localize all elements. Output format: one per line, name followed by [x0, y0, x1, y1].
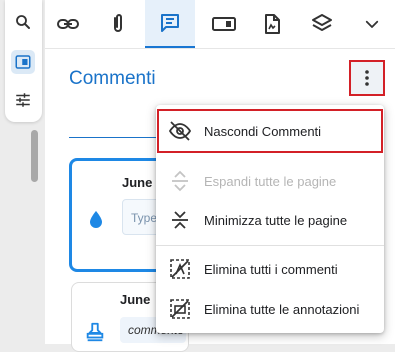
card-author: June: [122, 175, 153, 190]
toolbar: [45, 0, 395, 49]
menu-item-expand-all[interactable]: Espandi tutte le pagine: [156, 162, 384, 200]
sign-tool-button[interactable]: [249, 0, 295, 48]
sliders-icon: [16, 93, 30, 107]
delete-comments-icon: [168, 257, 192, 281]
menu-item-delete-comments[interactable]: Elimina tutti i commenti: [156, 250, 384, 288]
more-vertical-icon: [365, 70, 369, 86]
layers-tool-button[interactable]: [299, 0, 345, 48]
water-drop-icon: [88, 209, 104, 234]
panel-icon: [15, 55, 31, 69]
reply-input-placeholder: Type: [131, 211, 158, 225]
expand-icon: [168, 169, 192, 193]
highlight-box: [157, 109, 383, 153]
panel-toggle-button[interactable]: [11, 50, 35, 74]
chevron-down-icon: [365, 20, 379, 28]
card-author: June: [120, 292, 151, 307]
scrollbar-thumb[interactable]: [31, 130, 38, 182]
left-rail: [5, 0, 42, 122]
comments-tool-button[interactable]: [145, 0, 195, 48]
comments-options-menu: Nascondi Commenti Espandi tutte le pagin…: [156, 105, 384, 333]
settings-button[interactable]: [11, 88, 35, 112]
more-tools-button[interactable]: [349, 0, 395, 48]
collapse-icon: [168, 208, 192, 232]
menu-item-label: Espandi tutte le pagine: [204, 173, 337, 189]
paperclip-icon: [114, 14, 122, 32]
menu-item-label: Elimina tutte le annotazioni: [204, 301, 360, 317]
comments-options-button[interactable]: [349, 60, 385, 96]
panel-title: Commenti: [69, 68, 156, 89]
document-sign-icon: [265, 14, 280, 34]
menu-item-delete-annotations[interactable]: Elimina tutte le annotazioni: [156, 290, 384, 328]
menu-divider: [156, 245, 384, 246]
form-field-icon: [212, 17, 236, 31]
layers-icon: [312, 14, 332, 31]
attachment-tool-button[interactable]: [95, 0, 141, 48]
link-tool-button[interactable]: [45, 0, 91, 48]
form-field-tool-button[interactable]: [201, 0, 247, 48]
menu-item-label: Elimina tutti i commenti: [204, 261, 338, 277]
menu-item-collapse-all[interactable]: Minimizza tutte le pagine: [156, 201, 384, 239]
delete-annotations-icon: [168, 297, 192, 321]
search-button[interactable]: [11, 10, 35, 34]
menu-item-label: Minimizza tutte le pagine: [204, 212, 348, 228]
comment-icon: [161, 14, 179, 32]
link-icon: [57, 19, 79, 29]
search-icon: [16, 15, 30, 29]
